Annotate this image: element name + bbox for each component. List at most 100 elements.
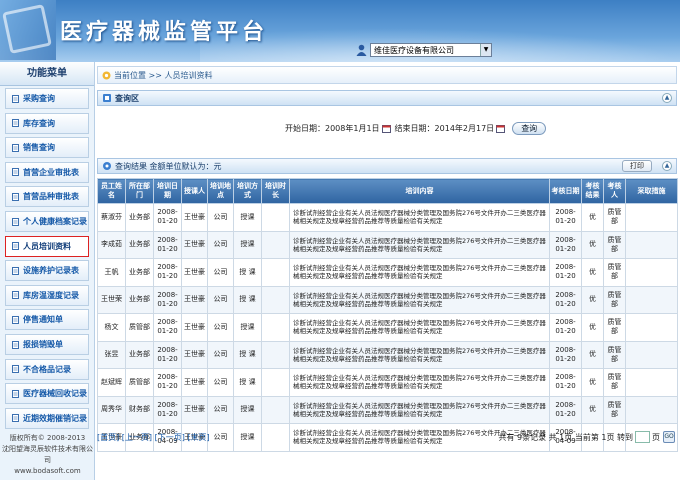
cell-content: 诊断试剂经营企业有关人员法规医疗器械分类管理及国务院276号文件开办二三类医疗器… — [289, 230, 550, 259]
go-button[interactable]: GO — [663, 431, 675, 443]
cell-exam-date: 2008-01-20 — [549, 395, 582, 424]
last-page-link[interactable]: [末页] — [187, 433, 209, 442]
cell-name: 张昱 — [97, 340, 126, 369]
cell-method: 授课 — [233, 313, 262, 342]
table-row[interactable]: 蔡淑芬 业务部 2008-01-20 王世豪 公司 授课 诊断试剂经营企业有关人员法规医疗器… — [97, 203, 678, 232]
sidebar-item[interactable]: 个人健康档案记录 — [5, 211, 89, 232]
cell-place: 公司 — [207, 230, 234, 259]
cell-measure — [625, 340, 678, 369]
cell-method: 授课 — [233, 230, 262, 259]
table-row[interactable]: 王世荣 业务部 2008-01-20 王世豪 公司授 课诊断试剂经营企业有关人员法规医疗… — [97, 285, 678, 314]
query-panel-title: 查询区 — [115, 93, 139, 103]
sidebar-item-label: 近期效期催销记录 — [23, 413, 87, 423]
cell-dept: 业务部 — [125, 340, 154, 369]
search-panel-icon — [103, 94, 111, 102]
cell-method: 授课 — [233, 203, 262, 232]
collapse-icon[interactable]: ▲ — [662, 93, 672, 103]
table-header-row: 员工姓名 所在部门 培训日期 授课人 培训地点 培训方式 培训时长 培训内容 考核日期 考核结果考… — [97, 178, 678, 204]
sidebar-item[interactable]: 销售查询 — [5, 137, 89, 159]
cell-examiner: 质管部 — [603, 285, 626, 314]
cell-teacher: 王世豪 — [181, 395, 208, 424]
table-row[interactable]: 赵斌辉 质管部 2008-01-20 王世豪 公司授 课诊断试剂经营企业有关人员法规医疗… — [97, 368, 678, 397]
cell-hours — [261, 340, 290, 369]
cell-name: 赵斌辉 — [97, 368, 126, 397]
copyright-text: 版权所有© 2008-2013 — [9, 434, 86, 442]
cell-examiner: 质管部 — [603, 340, 626, 369]
company-selector[interactable]: 维佳医疗设备有限公司 ▼ — [356, 43, 492, 57]
cell-method: 授 课 — [233, 340, 262, 369]
cell-date: 2008-01-20 — [153, 368, 182, 397]
cell-teacher: 王世豪 — [181, 258, 208, 287]
cell-method: 授 课 — [233, 285, 262, 314]
sidebar-item[interactable]: 采购查询 — [5, 88, 89, 109]
column-header: 员工姓名 — [97, 178, 126, 204]
cell-teacher: 王世豪 — [181, 285, 208, 314]
calendar-icon[interactable] — [381, 124, 391, 133]
cell-examiner: 质管部 — [603, 368, 626, 397]
table-row[interactable]: 李成茹 业务部 2008-01-20 王世豪 公司 授课 诊断试剂经营企业有关人员法规医疗器… — [97, 230, 678, 259]
start-date-input[interactable]: 2008年1月1日 — [325, 123, 380, 134]
document-icon — [12, 119, 19, 128]
calendar-icon[interactable] — [496, 124, 506, 133]
sidebar-item-label: 库房温湿度记录 — [23, 290, 79, 300]
column-header: 培训方式 — [233, 178, 262, 204]
cell-content: 诊断试剂经营企业有关人员法规医疗器械分类管理及国务院276号文件开办二三类医疗器… — [289, 258, 550, 287]
cell-teacher: 王世豪 — [181, 203, 208, 232]
sidebar-item[interactable]: 首营企业审批表 — [5, 161, 89, 183]
prev-page-link[interactable]: [上一页] — [122, 433, 152, 442]
document-icon — [12, 389, 19, 398]
cell-examiner: 质管部 — [603, 230, 626, 259]
company-select-box[interactable]: 维佳医疗设备有限公司 ▼ — [370, 43, 492, 57]
table-row[interactable]: 张昱 业务部 2008-01-20 王世豪 公司授 课诊断试剂经营企业有关人员法规医疗器… — [97, 340, 678, 369]
cell-name: 李成茹 — [97, 230, 126, 259]
cell-date: 2008-01-20 — [153, 340, 182, 369]
document-icon — [12, 168, 19, 177]
cell-place: 公司 — [207, 203, 234, 232]
sidebar-item[interactable]: 库房温湿度记录 — [5, 284, 89, 306]
document-icon — [12, 143, 19, 152]
next-page-link[interactable]: [下一页] — [155, 433, 185, 442]
column-header: 培训内容 — [289, 178, 550, 204]
first-page-link[interactable]: [首页] — [97, 433, 119, 442]
print-button[interactable]: 打印 — [622, 160, 652, 172]
cell-result: 优 — [581, 340, 604, 369]
cell-examiner: 质管部 — [603, 395, 626, 424]
sidebar-item[interactable]: 首营品种审批表 — [5, 186, 89, 208]
cell-name: 周秀华 — [97, 395, 126, 424]
cell-result: 优 — [581, 258, 604, 287]
sidebar-item[interactable]: 近期效期催销记录 — [5, 407, 89, 429]
app-header: 医疗器械监管平台 维佳医疗设备有限公司 ▼ — [0, 0, 680, 62]
query-form: 开始日期： 2008年1月1日 结束日期： 2014年2月17日 查询 — [285, 122, 547, 135]
table-row[interactable]: 王帆 业务部 2008-01-20 王世豪 公司授 课诊断试剂经营企业有关人员法规医疗器… — [97, 258, 678, 287]
sidebar-item[interactable]: 报损销毁单 — [5, 334, 89, 355]
cell-result: 优 — [581, 395, 604, 424]
page-number-input[interactable] — [635, 431, 650, 443]
end-date-input[interactable]: 2014年2月17日 — [435, 123, 495, 134]
cell-result: 优 — [581, 203, 604, 232]
sidebar-item[interactable]: 库存查询 — [5, 112, 89, 134]
cell-teacher: 王世豪 — [181, 340, 208, 369]
sidebar-item[interactable]: 不合格品记录 — [5, 358, 89, 380]
sidebar-item[interactable]: 医疗器械回收记录 — [5, 383, 89, 405]
table-body: 蔡淑芬 业务部 2008-01-20 王世豪 公司 授课 诊断试剂经营企业有关人员法规医疗器… — [97, 203, 678, 452]
cell-teacher: 王世豪 — [181, 313, 208, 342]
page-suffix: 页 — [652, 432, 660, 442]
column-header: 培训时长 — [261, 178, 290, 204]
sidebar-item[interactable]: 设施养护记录表 — [5, 260, 89, 282]
column-header: 考核日期 — [549, 178, 582, 204]
query-button[interactable]: 查询 — [512, 122, 547, 135]
collapse-icon[interactable]: ▲ — [662, 161, 672, 171]
sidebar-item[interactable]: 人员培训资料 — [5, 235, 89, 257]
sidebar-item[interactable]: 停售通知单 — [5, 309, 89, 331]
results-panel-icon — [103, 162, 111, 170]
cell-exam-date: 2008-01-20 — [549, 258, 582, 287]
company-name-text: 沈阳望海灵辰软件技术有限公司 — [2, 445, 93, 464]
chevron-down-icon[interactable]: ▼ — [480, 44, 491, 56]
sidebar-item-label: 报损销毁单 — [23, 340, 63, 349]
table-row[interactable]: 周秀华 财务部 2008-01-20 王世豪 公司 授课 诊断试剂经营企业有关人员法规医疗器… — [97, 395, 678, 424]
cell-name: 杨文 — [97, 313, 126, 342]
document-icon — [12, 365, 19, 374]
app-title: 医疗器械监管平台 — [60, 19, 269, 45]
cell-date: 2008-01-20 — [153, 285, 182, 314]
table-row[interactable]: 杨文 质管部 2008-01-20 王世豪 公司 授课 诊断试剂经营企业有关人员法规医疗器械… — [97, 313, 678, 342]
